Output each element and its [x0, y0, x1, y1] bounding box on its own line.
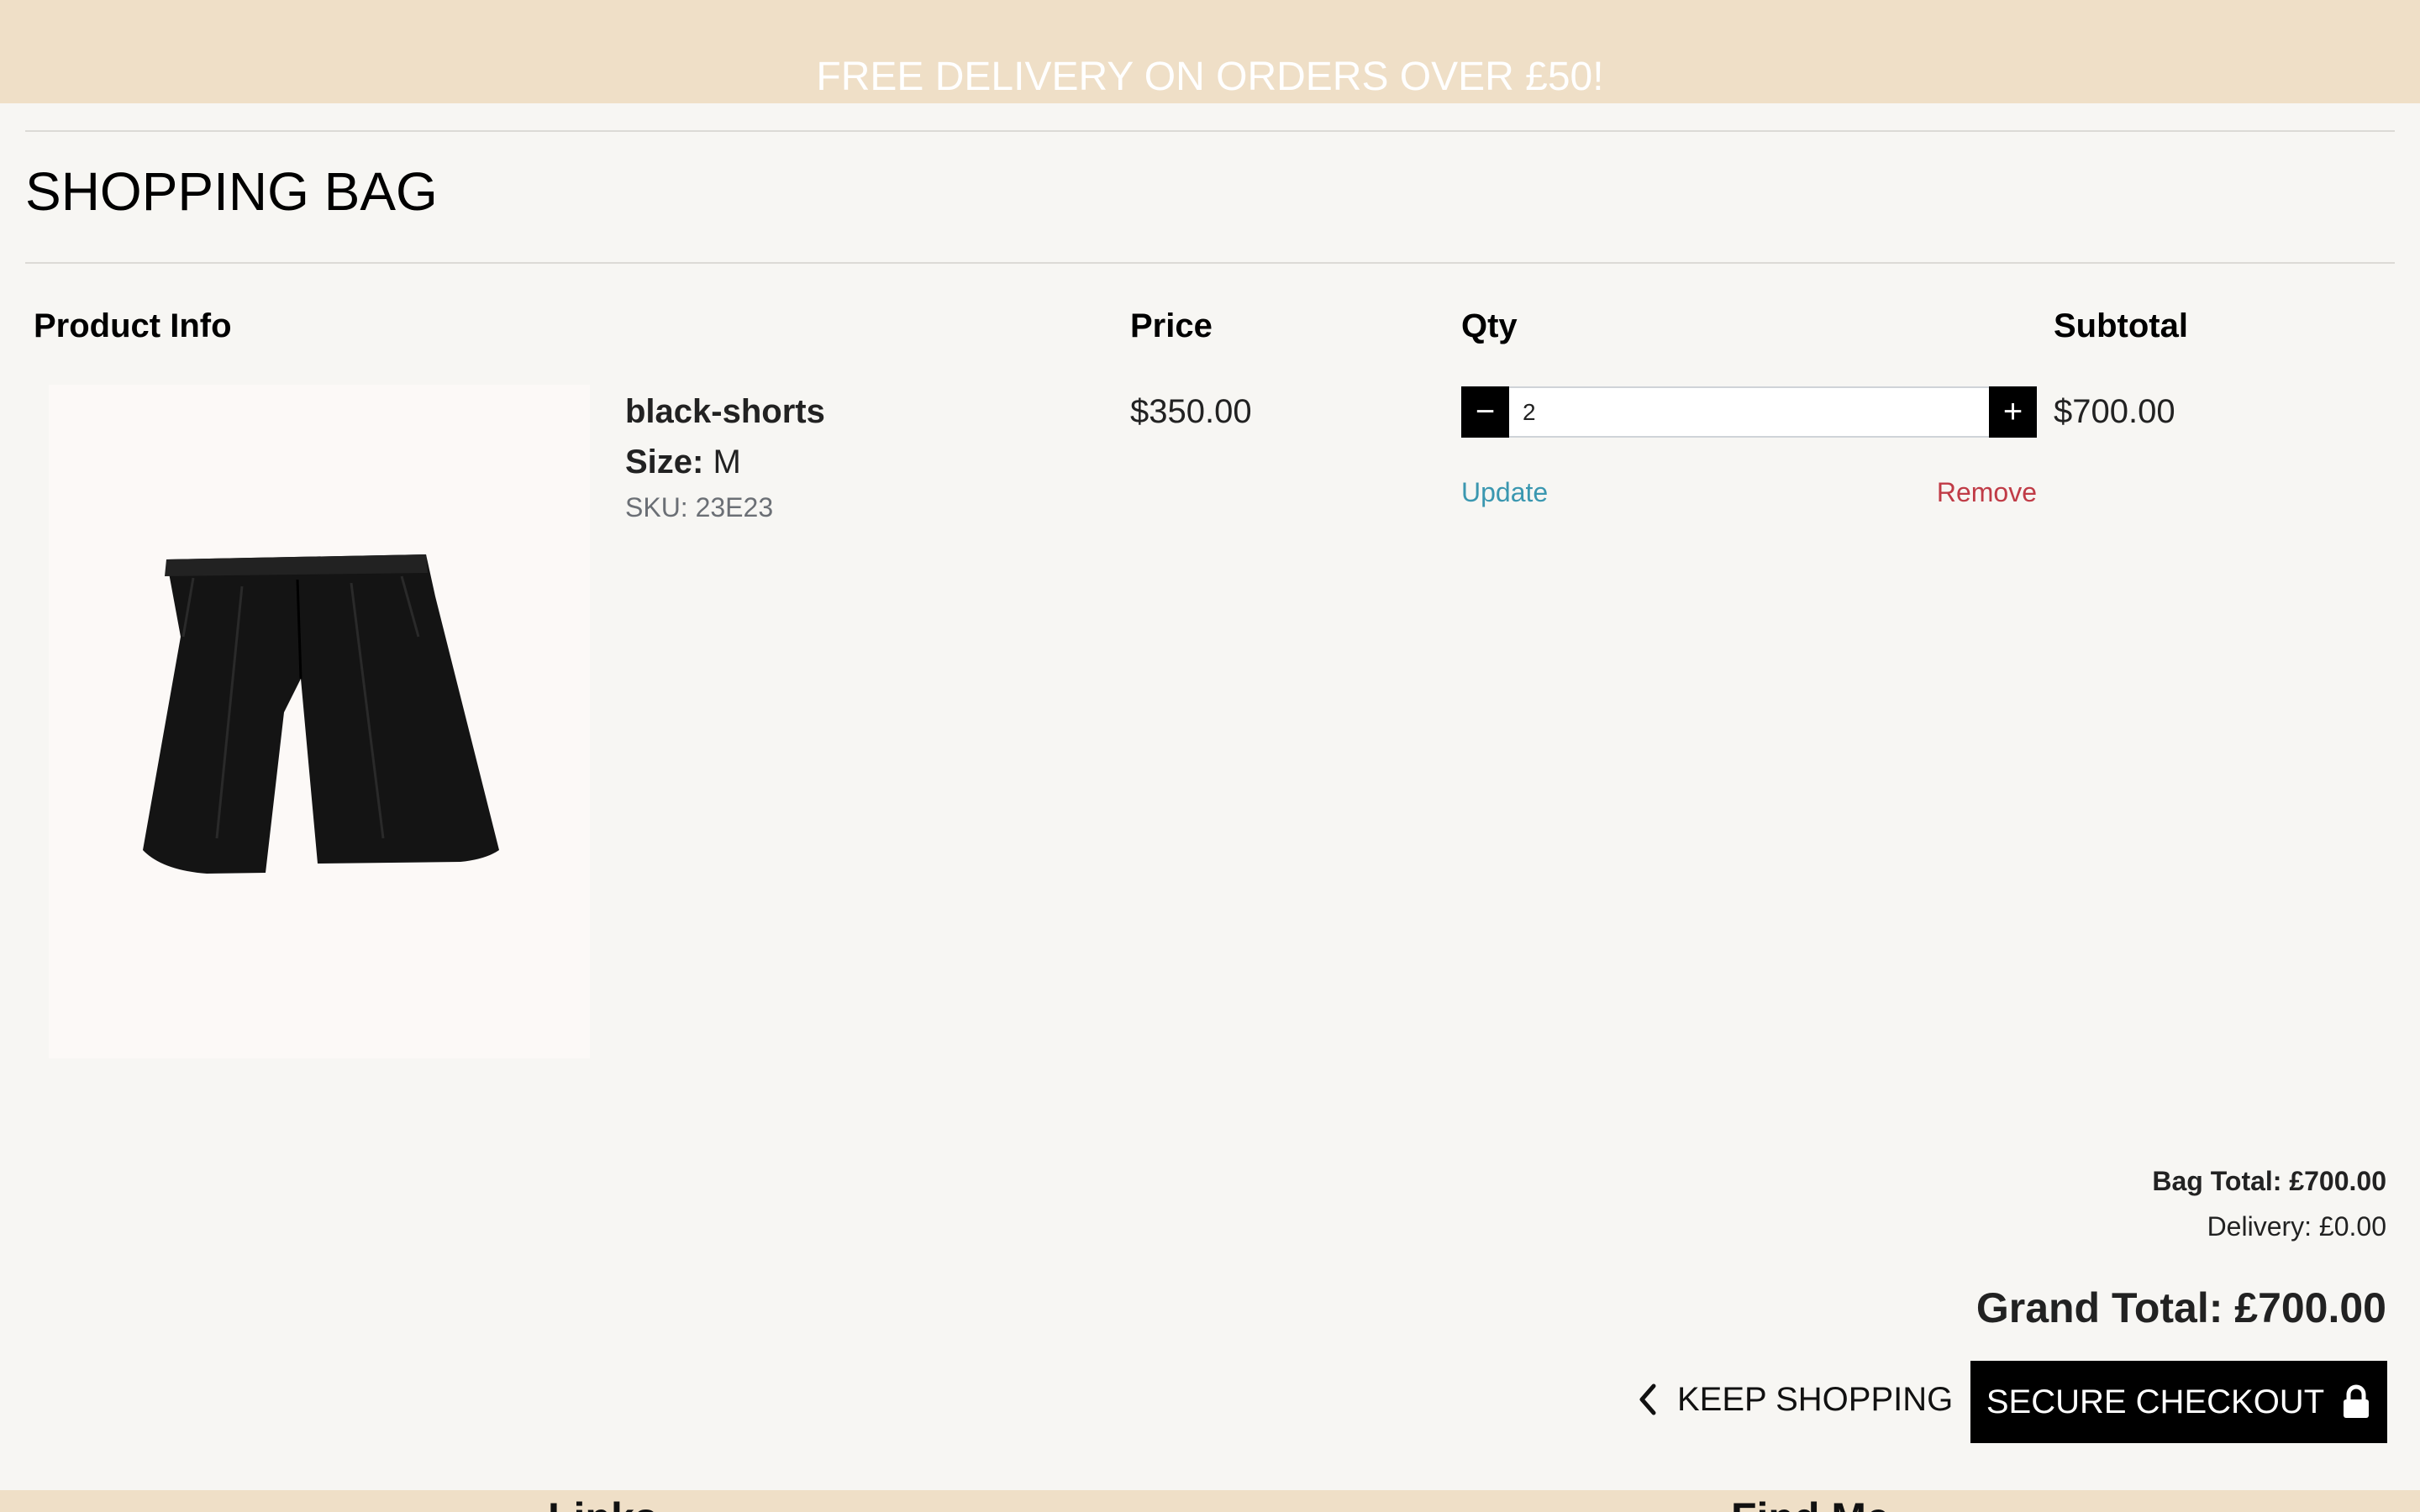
qty-input[interactable]	[1509, 386, 1989, 438]
product-sku: SKU: 23E23	[625, 492, 774, 522]
footer-find-me-heading: Find Me	[1731, 1492, 1890, 1512]
keep-shopping-label: KEEP SHOPPING	[1677, 1380, 1954, 1418]
delivery-cost: Delivery: £0.00	[2207, 1211, 2386, 1242]
header-price: Price	[1130, 307, 1213, 344]
delivery-banner-text: FREE DELIVERY ON ORDERS OVER £50!	[816, 55, 1604, 99]
divider-top	[25, 130, 2395, 132]
remove-link[interactable]: Remove	[1882, 475, 2037, 509]
product-name: black-shorts	[625, 393, 825, 430]
product-size-value: M	[713, 444, 741, 480]
header-qty: Qty	[1461, 307, 1518, 344]
delivery-banner: FREE DELIVERY ON ORDERS OVER £50!	[0, 0, 2420, 103]
secure-checkout-button[interactable]: SECURE CHECKOUT	[1970, 1361, 2387, 1443]
product-size-label: Size:	[625, 444, 704, 480]
page-title: SHOPPING BAG	[25, 161, 438, 222]
product-size: Size: M	[625, 440, 741, 484]
qty-decrement-button[interactable]: −	[1461, 386, 1509, 438]
bag-total: Bag Total: £700.00	[2152, 1166, 2386, 1196]
product-subtotal: $700.00	[2054, 393, 2175, 430]
footer-links-heading: Links	[548, 1492, 658, 1512]
secure-checkout-label: SECURE CHECKOUT	[1986, 1383, 2325, 1420]
chevron-left-icon	[1639, 1383, 1656, 1415]
header-subtotal: Subtotal	[2054, 307, 2188, 344]
header-product-info: Product Info	[34, 307, 232, 344]
keep-shopping-link[interactable]: KEEP SHOPPING	[1635, 1357, 1953, 1441]
grand-total: Grand Total: £700.00	[1975, 1284, 2386, 1331]
shorts-image	[49, 385, 590, 1058]
qty-increment-button[interactable]: +	[1989, 386, 2037, 438]
product-image	[49, 385, 590, 1058]
product-price: $350.00	[1130, 393, 1252, 430]
lock-icon	[2344, 1384, 2370, 1418]
footer: Links Find Me	[0, 1490, 2420, 1512]
update-link[interactable]: Update	[1461, 475, 1548, 509]
divider-title	[25, 262, 2395, 264]
